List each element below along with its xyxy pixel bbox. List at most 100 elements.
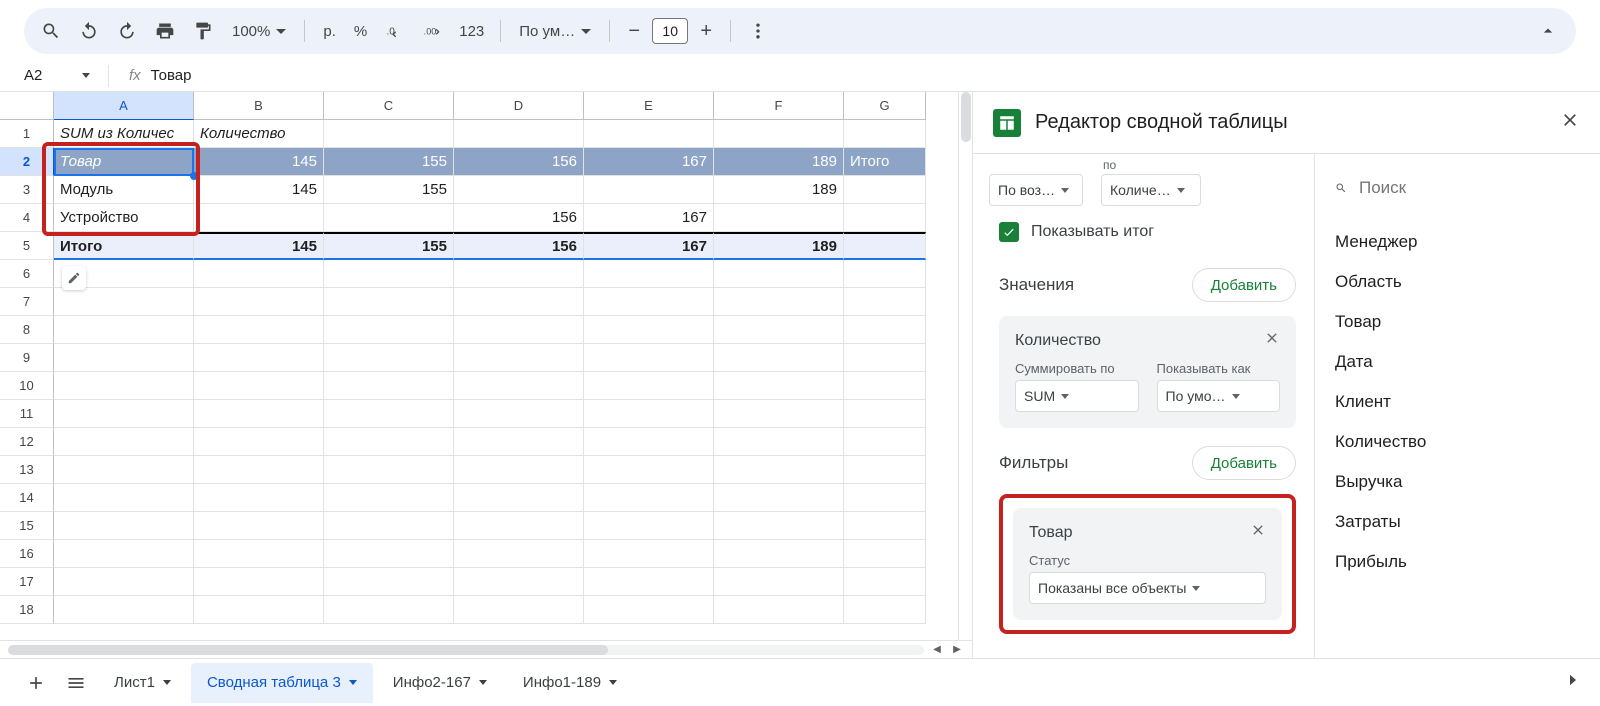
cell[interactable] [584,176,714,204]
cell[interactable]: Модуль [54,176,194,204]
cell[interactable]: 189 [714,176,844,204]
sheet-tab[interactable]: Сводная таблица 3 [191,663,373,703]
cell[interactable] [324,316,454,344]
values-add-button[interactable]: Добавить [1192,268,1296,302]
cell[interactable]: 167 [584,148,714,176]
cell[interactable] [844,204,926,232]
vertical-scrollbar[interactable] [958,92,972,640]
cell[interactable] [324,568,454,596]
cell[interactable] [194,372,324,400]
cell[interactable] [54,568,194,596]
cell[interactable] [194,288,324,316]
font-size-decrease[interactable]: − [620,17,648,45]
scroll-left-icon[interactable]: ◀ [930,643,944,657]
cell[interactable] [54,540,194,568]
summarize-by-dropdown[interactable]: SUM [1015,380,1139,412]
column-header[interactable]: D [454,92,584,120]
cell[interactable] [324,512,454,540]
cell[interactable] [714,596,844,624]
cell[interactable] [54,428,194,456]
cell[interactable] [844,540,926,568]
cell[interactable] [714,456,844,484]
cell[interactable] [194,568,324,596]
collapse-toolbar-button[interactable] [1530,13,1566,49]
sheet-tab[interactable]: Инфо1-189 [507,663,633,703]
cell[interactable] [54,344,194,372]
cell[interactable] [324,540,454,568]
row-header[interactable]: 6 [0,260,54,288]
cell[interactable] [844,120,926,148]
cell[interactable] [324,400,454,428]
sort-by-dropdown[interactable]: Количе… [1101,174,1201,206]
cell[interactable] [454,316,584,344]
row-header[interactable]: 11 [0,400,54,428]
filter-status-dropdown[interactable]: Показаны все объекты [1029,572,1266,604]
scroll-right-icon[interactable]: ▶ [950,643,964,657]
row-header[interactable]: 17 [0,568,54,596]
redo-button[interactable] [110,14,144,48]
cell[interactable]: 156 [454,148,584,176]
cell[interactable]: Итого [844,148,926,176]
row-header[interactable]: 9 [0,344,54,372]
field-item[interactable]: Товар [1335,302,1580,342]
column-header[interactable]: C [324,92,454,120]
cell[interactable]: 145 [194,232,324,260]
zoom-dropdown[interactable]: 100% [224,14,294,48]
cell[interactable] [714,428,844,456]
horizontal-scrollbar[interactable]: ◀ ▶ [0,640,972,658]
cell[interactable] [54,596,194,624]
field-search-input[interactable] [1359,178,1580,198]
add-sheet-button[interactable] [18,665,54,701]
cell[interactable] [844,456,926,484]
cell[interactable] [454,596,584,624]
cell[interactable] [714,400,844,428]
cell[interactable] [194,204,324,232]
cell[interactable]: 155 [324,232,454,260]
cell[interactable]: Итого [54,232,194,260]
cell[interactable] [454,540,584,568]
cell[interactable] [454,568,584,596]
cell[interactable] [584,596,714,624]
row-header[interactable]: 14 [0,484,54,512]
selection-handle[interactable] [190,172,198,180]
cell[interactable] [844,568,926,596]
row-header[interactable]: 16 [0,540,54,568]
cell[interactable] [194,456,324,484]
cell[interactable] [714,204,844,232]
percent-button[interactable]: % [348,14,373,48]
cell[interactable] [324,344,454,372]
cell[interactable] [54,512,194,540]
pivot-edit-icon[interactable] [62,266,86,290]
field-item[interactable]: Затраты [1335,502,1580,542]
sheet-tab[interactable]: Инфо2-167 [377,663,503,703]
cell[interactable] [844,512,926,540]
show-as-dropdown[interactable]: По умо… [1157,380,1281,412]
undo-button[interactable] [72,14,106,48]
column-header[interactable]: E [584,92,714,120]
cell[interactable] [584,120,714,148]
cell[interactable] [584,512,714,540]
row-header[interactable]: 8 [0,316,54,344]
row-header[interactable]: 5 [0,232,54,260]
column-header[interactable]: A [54,92,194,120]
cell[interactable]: 145 [194,148,324,176]
show-total-checkbox[interactable] [999,222,1019,242]
cell[interactable] [584,456,714,484]
cell[interactable] [454,344,584,372]
cell[interactable] [54,456,194,484]
cell[interactable] [714,120,844,148]
cell[interactable] [844,372,926,400]
cell[interactable] [844,288,926,316]
cell[interactable]: 167 [584,232,714,260]
cell[interactable] [324,428,454,456]
cell[interactable]: Устройство [54,204,194,232]
cell[interactable] [844,484,926,512]
cell[interactable] [324,288,454,316]
row-header[interactable]: 1 [0,120,54,148]
cell[interactable] [324,484,454,512]
cell[interactable] [584,316,714,344]
cell[interactable] [324,120,454,148]
cell[interactable] [584,428,714,456]
cell[interactable] [584,484,714,512]
cell[interactable] [714,260,844,288]
